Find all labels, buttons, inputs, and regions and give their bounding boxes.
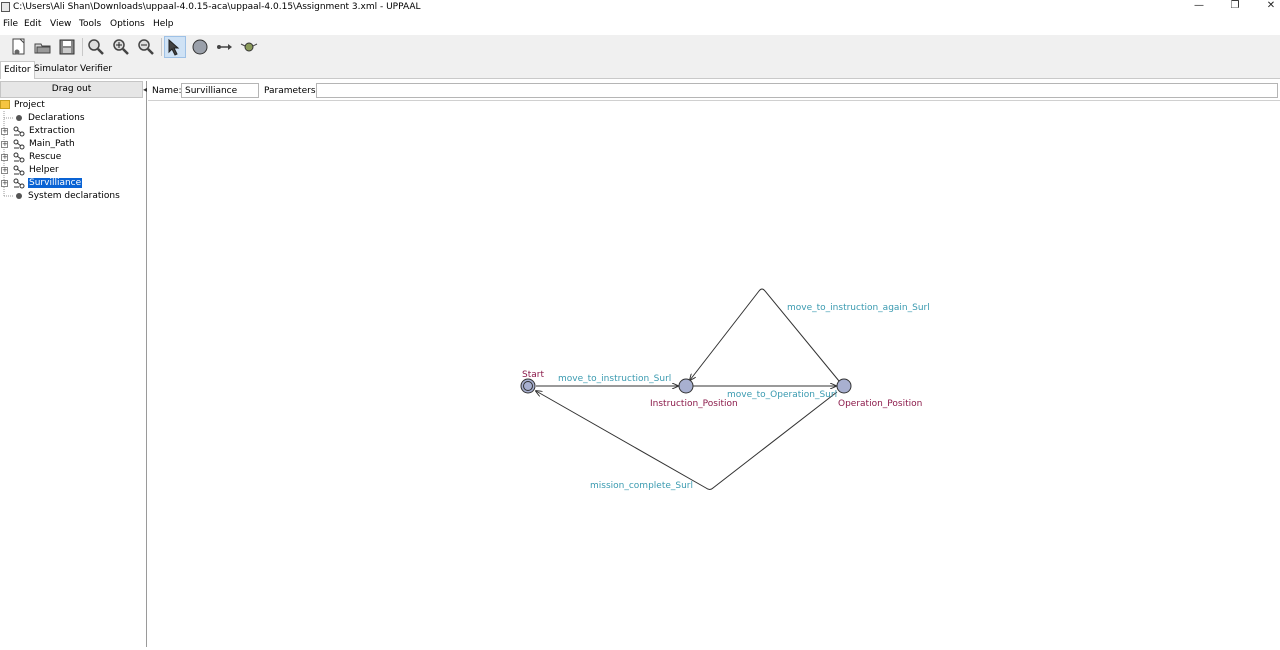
uppaal-app-icon [1, 2, 10, 12]
expand-toggle-rescue[interactable]: + [1, 154, 8, 161]
menu-help[interactable]: Help [153, 19, 174, 29]
expand-toggle-helper[interactable]: + [1, 167, 8, 174]
menu-options[interactable]: Options [110, 19, 145, 29]
declarations-icon [16, 114, 22, 121]
zoom-out-icon[interactable] [135, 36, 157, 58]
restore-button[interactable]: ❐ [1217, 0, 1253, 14]
tree-label-declarations: Declarations [28, 113, 85, 123]
tree-label-survilliance: Survilliance [28, 178, 83, 188]
project-tree-panel: Drag out Project Declarations + Extracti… [0, 81, 147, 647]
tree-item-rescue[interactable]: Rescue [28, 151, 62, 164]
toolbar [0, 35, 1280, 61]
location-name-start: Start [522, 370, 544, 380]
expand-toggle-main-path[interactable]: + [1, 141, 8, 148]
tree-item-project[interactable]: Project [0, 99, 46, 112]
menu-view[interactable]: View [50, 19, 71, 29]
template-icon [13, 178, 25, 189]
tree-label-project: Project [14, 100, 45, 110]
template-icon [13, 126, 25, 137]
tree-item-main-path[interactable]: Main_Path [28, 138, 76, 151]
tree-item-survilliance[interactable]: Survilliance [28, 177, 83, 190]
add-edge-icon[interactable] [214, 36, 236, 58]
expand-toggle-survilliance[interactable]: + [1, 180, 8, 187]
tree-label-extraction: Extraction [29, 126, 75, 136]
expand-toggle-extraction[interactable]: + [1, 128, 8, 135]
location-instruction-position[interactable] [678, 378, 694, 394]
zoom-to-fit-icon[interactable] [85, 36, 107, 58]
location-operation-position[interactable] [836, 378, 852, 394]
template-name-input[interactable] [181, 83, 259, 98]
tree-label-helper: Helper [29, 165, 59, 175]
location-name-operation-position: Operation_Position [838, 399, 922, 409]
sync-label-move-to-operation[interactable]: move_to_Operation_Surl [727, 390, 837, 400]
toolbar-separator [82, 38, 83, 56]
add-location-icon[interactable] [189, 36, 211, 58]
new-document-icon[interactable] [8, 36, 30, 58]
tree-label-main-path: Main_Path [29, 139, 75, 149]
close-button[interactable]: ✕ [1253, 0, 1280, 14]
automaton-drawing: Start Instruction_Position Operation_Pos… [520, 288, 930, 491]
sync-label-mission-complete[interactable]: mission_complete_Surl [590, 481, 693, 491]
tree-item-extraction[interactable]: Extraction [28, 125, 76, 138]
tab-simulator[interactable]: Simulator [31, 61, 80, 78]
name-label: Name: [152, 86, 182, 96]
toolbar-separator [161, 38, 162, 56]
sync-label-move-to-instruction[interactable]: move_to_instruction_Surl [558, 374, 671, 384]
template-parameters-input[interactable] [316, 83, 1278, 98]
template-header: Name: Parameters: [148, 81, 1280, 101]
zoom-in-icon[interactable] [110, 36, 132, 58]
menu-tools[interactable]: Tools [79, 19, 101, 29]
select-tool-icon[interactable] [164, 36, 186, 58]
split-pane-arrow-icon[interactable]: ◂ [143, 85, 147, 94]
tab-verifier[interactable]: Verifier [77, 61, 115, 78]
template-icon [13, 139, 25, 150]
tree-item-declarations[interactable]: Declarations [16, 112, 86, 125]
system-declarations-icon [16, 192, 22, 199]
menu-edit[interactable]: Edit [24, 19, 41, 29]
window-title: C:\Users\Ali Shan\Downloads\uppaal-4.0.1… [13, 2, 421, 12]
automaton-canvas[interactable]: Start Instruction_Position Operation_Pos… [148, 101, 1280, 647]
location-name-instruction-position: Instruction_Position [650, 399, 738, 409]
minimize-button[interactable]: — [1181, 0, 1217, 14]
template-icon [13, 152, 25, 163]
folder-icon [0, 100, 10, 109]
parameters-label: Parameters: [264, 86, 319, 96]
tab-editor[interactable]: Editor [0, 61, 35, 79]
menu-bar: File Edit View Tools Options Help [0, 18, 1280, 33]
location-start[interactable] [520, 378, 536, 394]
tree-label-system-declarations: System declarations [28, 191, 120, 201]
open-folder-icon[interactable] [32, 36, 54, 58]
add-nail-icon[interactable] [238, 36, 260, 58]
sync-label-move-to-instruction-again[interactable]: move_to_instruction_again_Surl [787, 303, 930, 313]
tree-label-rescue: Rescue [29, 152, 62, 162]
title-bar: C:\Users\Ali Shan\Downloads\uppaal-4.0.1… [0, 0, 1280, 16]
main-tabs: Editor Simulator Verifier [0, 61, 1280, 79]
template-icon [13, 165, 25, 176]
tree-item-helper[interactable]: Helper [28, 164, 60, 177]
save-icon[interactable] [56, 36, 78, 58]
menu-file[interactable]: File [3, 19, 18, 29]
tree-item-system-declarations[interactable]: System declarations [16, 190, 121, 203]
